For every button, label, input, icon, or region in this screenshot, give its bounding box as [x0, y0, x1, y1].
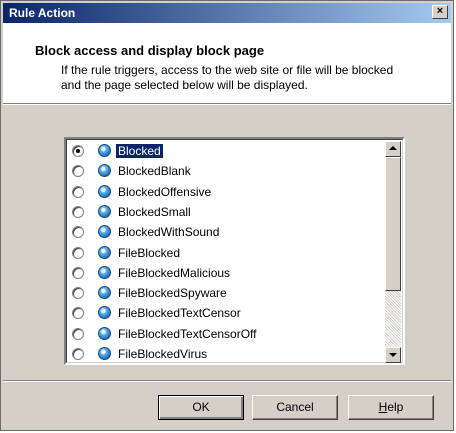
list-item[interactable]: Blocked — [68, 141, 386, 161]
list-item[interactable]: BlockedOffensive — [68, 182, 386, 202]
list-item[interactable]: FileBlockedVirus — [68, 344, 386, 363]
scroll-down-button[interactable] — [385, 347, 401, 363]
globe-page-icon — [98, 265, 111, 279]
list-item[interactable]: FileBlockedMalicious — [68, 263, 386, 283]
cancel-button[interactable]: Cancel — [252, 395, 338, 420]
help-label-rest: elp — [387, 400, 404, 414]
dialog-header: Block access and display block page If t… — [3, 23, 451, 103]
radio-button[interactable] — [72, 266, 84, 279]
close-icon: × — [436, 5, 444, 17]
radio-button[interactable] — [72, 246, 84, 259]
list-item-label: FileBlockedSpyware — [118, 286, 227, 301]
list-item[interactable]: FileBlockedTextCensor — [68, 303, 386, 323]
radio-button[interactable] — [72, 287, 84, 300]
arrow-up-icon — [389, 146, 397, 150]
list-item[interactable]: FileBlockedSpyware — [68, 283, 386, 303]
radio-button[interactable] — [72, 327, 84, 340]
close-button[interactable]: × — [432, 5, 448, 19]
list-item-label: BlockedSmall — [118, 204, 191, 219]
radio-button[interactable] — [72, 307, 84, 320]
list-item[interactable]: BlockedSmall — [68, 202, 386, 222]
globe-page-icon — [98, 286, 111, 300]
list-item-label: Blocked — [115, 143, 164, 159]
radio-button[interactable] — [72, 145, 84, 157]
list-item[interactable]: BlockedBlank — [68, 161, 386, 181]
radio-button[interactable] — [72, 185, 84, 198]
list-item[interactable]: FileBlockedTextCensorOff — [68, 324, 386, 344]
scroll-up-button[interactable] — [385, 141, 401, 157]
list-item[interactable]: FileBlocked — [68, 243, 386, 263]
radio-button[interactable] — [72, 226, 84, 239]
globe-page-icon — [98, 184, 111, 198]
globe-page-icon — [98, 144, 111, 157]
globe-page-icon — [98, 347, 111, 360]
help-button[interactable]: Help — [348, 395, 434, 420]
rule-action-dialog: Rule Action × Block access and display b… — [0, 0, 454, 431]
list-item[interactable]: BlockedWithSound — [68, 222, 386, 242]
header-divider — [3, 103, 451, 105]
title-bar[interactable]: Rule Action × — [3, 3, 451, 23]
list-item-label: BlockedWithSound — [118, 225, 220, 240]
arrow-down-icon — [389, 353, 397, 357]
header-description: If the rule triggers, access to the web … — [61, 63, 394, 92]
globe-page-icon — [98, 225, 111, 239]
list-items: Blocked BlockedBlank BlockedOffensive Block… — [68, 141, 386, 363]
list-item-label: BlockedBlank — [118, 164, 191, 179]
radio-button[interactable] — [72, 348, 84, 360]
globe-page-icon — [98, 326, 111, 340]
globe-page-icon — [98, 306, 111, 320]
list-item-label: BlockedOffensive — [118, 184, 212, 199]
list-item-label: FileBlockedVirus — [118, 347, 208, 361]
footer-divider — [3, 380, 451, 382]
header-title: Block access and display block page — [35, 43, 265, 58]
vertical-scrollbar[interactable] — [385, 141, 401, 363]
list-item-label: FileBlockedMalicious — [118, 265, 231, 280]
list-item-label: FileBlocked — [118, 245, 181, 260]
ok-button[interactable]: OK — [158, 395, 244, 420]
globe-page-icon — [98, 245, 111, 259]
globe-page-icon — [98, 164, 111, 178]
radio-button[interactable] — [72, 165, 84, 178]
block-page-list[interactable]: Blocked BlockedBlank BlockedOffensive Block… — [64, 137, 405, 365]
list-item-label: FileBlockedTextCensor — [118, 306, 241, 321]
globe-page-icon — [98, 204, 111, 218]
list-item-label: FileBlockedTextCensorOff — [118, 326, 257, 341]
window-title: Rule Action — [9, 6, 76, 20]
radio-button[interactable] — [72, 205, 84, 218]
scroll-thumb[interactable] — [385, 157, 401, 291]
